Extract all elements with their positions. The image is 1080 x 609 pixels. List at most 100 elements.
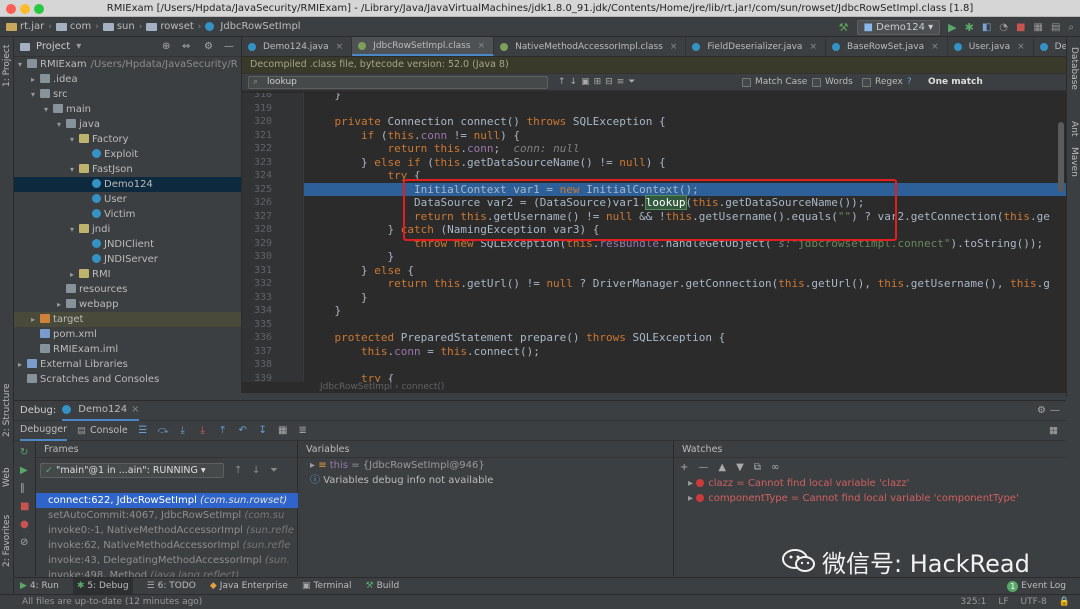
- trace-icon[interactable]: ≣: [298, 425, 308, 436]
- todo-tool-tab[interactable]: ☰ 6: TODO: [147, 581, 196, 591]
- line-number[interactable]: 325: [242, 183, 272, 197]
- view-breakpoints-icon[interactable]: ●: [20, 519, 29, 530]
- code-line[interactable]: return this.getUrl() != null ? DriverMan…: [308, 277, 1049, 291]
- editor-tab[interactable]: User.java ×: [948, 37, 1034, 56]
- run-icon[interactable]: ▶: [948, 21, 956, 34]
- regex-checkbox[interactable]: [862, 77, 871, 87]
- chevron-down-icon[interactable]: ▾: [44, 102, 53, 117]
- code-line[interactable]: }: [308, 93, 341, 102]
- vertical-scrollbar[interactable]: [1058, 122, 1064, 192]
- line-number[interactable]: 322: [242, 142, 272, 156]
- words-option[interactable]: Words: [812, 77, 853, 87]
- next-occurrence-icon[interactable]: ↓: [570, 77, 578, 87]
- web-tool-tab[interactable]: Web: [2, 467, 12, 487]
- project-tree-node[interactable]: ▾ Factory: [14, 132, 241, 147]
- chevron-right-icon[interactable]: ▸: [70, 267, 79, 282]
- run-configuration-select[interactable]: ■ Demo124 ▾: [856, 19, 941, 35]
- project-tree-node[interactable]: ▾ java: [14, 117, 241, 132]
- code-line[interactable]: }: [308, 250, 394, 264]
- project-view-select[interactable]: Project: [36, 41, 70, 52]
- crumb-sun[interactable]: sun: [102, 21, 135, 32]
- favorites-tool-tab[interactable]: 2: Favorites: [2, 515, 12, 567]
- glasses-icon[interactable]: ∞: [771, 462, 779, 473]
- chevron-down-icon[interactable]: ▾: [70, 222, 79, 237]
- editor-tab[interactable]: BaseRowSet.java ×: [826, 37, 948, 56]
- match-case-option[interactable]: Match Case: [742, 77, 807, 87]
- maven-tool-tab[interactable]: Maven: [1069, 147, 1079, 177]
- code-line[interactable]: this.conn = this.connect();: [308, 345, 540, 359]
- stack-frame-row[interactable]: invoke:43, DelegatingMethodAccessorImpl …: [36, 553, 298, 568]
- find-input[interactable]: ⌕ lookup: [248, 76, 548, 89]
- project-tree-node[interactable]: ▾ jndi: [14, 222, 241, 237]
- code-line[interactable]: } else if (this.getDataSourceName() != n…: [308, 156, 666, 170]
- project-tree-node[interactable]: pom.xml: [14, 327, 241, 342]
- close-icon[interactable]: ×: [670, 37, 678, 56]
- crumb-com[interactable]: com: [55, 21, 91, 32]
- gear-icon[interactable]: ⚙: [1037, 405, 1046, 416]
- regex-option[interactable]: Regex?: [862, 77, 912, 87]
- minimize-window-button[interactable]: [20, 4, 30, 14]
- debug-session-tab[interactable]: Demo124 ×: [62, 401, 140, 421]
- console-tab[interactable]: ▤ Console: [77, 425, 128, 436]
- step-over-icon[interactable]: ⤼: [158, 425, 169, 436]
- project-tree-node[interactable]: Scratches and Consoles: [14, 372, 241, 387]
- line-number[interactable]: 320: [242, 115, 272, 129]
- line-number[interactable]: 335: [242, 318, 272, 332]
- project-tree-node[interactable]: ▸ target: [14, 312, 241, 327]
- close-icon[interactable]: ×: [809, 37, 817, 56]
- project-tree-node[interactable]: resources: [14, 282, 241, 297]
- force-step-into-icon[interactable]: ⤓: [198, 425, 208, 436]
- move-down-icon[interactable]: ▼: [736, 462, 744, 473]
- build-hammer-icon[interactable]: ⚒: [839, 21, 849, 34]
- gear-icon[interactable]: ⚙: [204, 41, 213, 52]
- hide-icon[interactable]: —: [1050, 405, 1060, 416]
- line-number-gutter[interactable]: 318 319 320 321 322 323 324 325 326 327 328 329 330 3…: [242, 93, 304, 383]
- line-number[interactable]: 324: [242, 169, 272, 183]
- chevron-down-icon[interactable]: ▾: [18, 57, 27, 72]
- line-number[interactable]: 330: [242, 250, 272, 264]
- stack-frame-row[interactable]: invoke:62, NativeMethodAccessorImpl (sun…: [36, 538, 298, 553]
- line-number[interactable]: 323: [242, 156, 272, 170]
- project-tree-node[interactable]: Exploit: [14, 147, 241, 162]
- chevron-right-icon[interactable]: ▸: [31, 72, 40, 87]
- multiline-icon[interactable]: ≡: [617, 77, 625, 87]
- code-line[interactable]: }: [308, 304, 341, 318]
- stack-frame-row[interactable]: invoke0:-1, NativeMethodAccessorImpl (su…: [36, 523, 298, 538]
- terminal-tool-tab[interactable]: ▣ Terminal: [302, 581, 352, 591]
- line-number[interactable]: 327: [242, 210, 272, 224]
- line-number[interactable]: 326: [242, 196, 272, 210]
- stop-icon[interactable]: ■: [20, 501, 29, 512]
- debug-tool-tab[interactable]: ✱ 5: Debug: [72, 578, 133, 594]
- lock-icon[interactable]: 🔒: [1059, 595, 1070, 609]
- java-enterprise-tool-tab[interactable]: ◆ Java Enterprise: [210, 581, 288, 591]
- rerun-icon[interactable]: ↻: [20, 447, 28, 458]
- debugger-tab[interactable]: Debugger: [20, 421, 68, 441]
- regex-help-link[interactable]: ?: [907, 77, 912, 87]
- crumb-rowset[interactable]: rowset: [146, 21, 194, 32]
- project-tree-node[interactable]: User: [14, 192, 241, 207]
- run-tool-tab[interactable]: ▶ 4: Run: [20, 581, 59, 591]
- thread-select[interactable]: ✓ "main"@1 in ...ain": RUNNING ▾: [40, 463, 224, 478]
- duplicate-icon[interactable]: ⧉: [754, 462, 761, 473]
- watch-row-componenttype[interactable]: ▸ componentType = Cannot find local vari…: [674, 491, 1066, 506]
- run-to-cursor-icon[interactable]: ↧: [258, 425, 268, 436]
- project-tree-node[interactable]: ▾ RMIExam/Users/Hpdata/JavaSecurity/R: [14, 57, 241, 72]
- project-tree-node[interactable]: ▾ FastJson: [14, 162, 241, 177]
- project-tree-node[interactable]: JNDIClient: [14, 237, 241, 252]
- close-icon[interactable]: ×: [1017, 37, 1025, 56]
- database-tool-tab[interactable]: Database: [1069, 47, 1079, 90]
- chevron-down-icon[interactable]: ▾: [70, 162, 79, 177]
- step-into-icon[interactable]: ⤓: [178, 425, 188, 436]
- crumb-class[interactable]: JdbcRowSetImpl: [205, 21, 301, 32]
- filter-icon[interactable]: ⏷: [270, 465, 278, 476]
- locate-icon[interactable]: ⊕: [162, 41, 170, 52]
- line-number[interactable]: 328: [242, 223, 272, 237]
- line-number[interactable]: 329: [242, 237, 272, 251]
- debug-icon[interactable]: ✱: [965, 21, 974, 34]
- project-tree-node[interactable]: ▸ .idea: [14, 72, 241, 87]
- match-case-checkbox[interactable]: [742, 77, 751, 87]
- caret-position[interactable]: 325:1: [960, 595, 986, 609]
- file-encoding[interactable]: UTF-8: [1021, 595, 1047, 609]
- project-tree-node[interactable]: ▾ src: [14, 87, 241, 102]
- project-tree-node[interactable]: RMIExam.iml: [14, 342, 241, 357]
